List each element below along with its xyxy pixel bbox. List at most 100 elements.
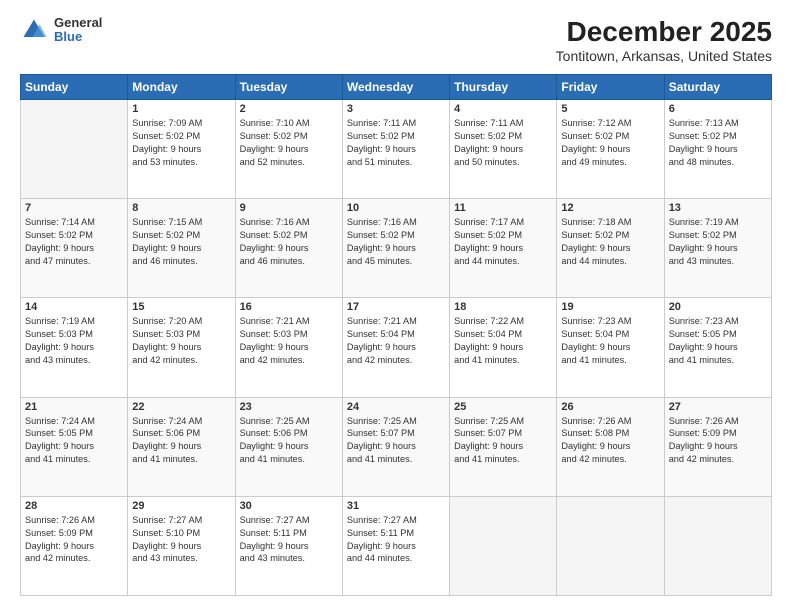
day-info: Sunrise: 7:27 AMSunset: 5:11 PMDaylight:… [347,514,445,566]
calendar-week-row: 28 Sunrise: 7:26 AMSunset: 5:09 PMDayligh… [21,496,772,595]
calendar-day-cell: 1 Sunrise: 7:09 AMSunset: 5:02 PMDaylight… [128,100,235,199]
page-subtitle: Tontitown, Arkansas, United States [556,48,772,64]
day-number: 8 [132,202,230,214]
day-number: 26 [561,401,659,413]
col-saturday: Saturday [664,75,771,100]
day-info: Sunrise: 7:26 AMSunset: 5:09 PMDaylight:… [25,514,123,566]
day-number: 29 [132,500,230,512]
calendar-day-cell: 22 Sunrise: 7:24 AMSunset: 5:06 PMDayligh… [128,397,235,496]
day-number: 6 [669,103,767,115]
day-number: 24 [347,401,445,413]
day-info: Sunrise: 7:18 AMSunset: 5:02 PMDaylight:… [561,216,659,268]
calendar-day-cell: 14 Sunrise: 7:19 AMSunset: 5:03 PMDayligh… [21,298,128,397]
calendar-day-cell: 4 Sunrise: 7:11 AMSunset: 5:02 PMDaylight… [450,100,557,199]
calendar-day-cell: 23 Sunrise: 7:25 AMSunset: 5:06 PMDayligh… [235,397,342,496]
day-info: Sunrise: 7:26 AMSunset: 5:08 PMDaylight:… [561,415,659,467]
calendar-day-cell: 24 Sunrise: 7:25 AMSunset: 5:07 PMDayligh… [342,397,449,496]
day-info: Sunrise: 7:23 AMSunset: 5:04 PMDaylight:… [561,315,659,367]
calendar-day-cell: 17Sunrise: 7:21 AMSunset: 5:04 PMDayligh… [342,298,449,397]
col-monday: Monday [128,75,235,100]
calendar-day-cell: 31 Sunrise: 7:27 AMSunset: 5:11 PMDayligh… [342,496,449,595]
calendar-day-cell: 5 Sunrise: 7:12 AMSunset: 5:02 PMDaylight… [557,100,664,199]
calendar-day-cell: 27 Sunrise: 7:26 AMSunset: 5:09 PMDayligh… [664,397,771,496]
calendar-day-cell: 7 Sunrise: 7:14 AMSunset: 5:02 PMDaylight… [21,199,128,298]
day-info: Sunrise: 7:19 AMSunset: 5:03 PMDaylight:… [25,315,123,367]
logo-icon [20,16,48,44]
day-number: 18 [454,301,552,313]
calendar-week-row: 21Sunrise: 7:24 AMSunset: 5:05 PMDayligh… [21,397,772,496]
calendar-day-cell: 16Sunrise: 7:21 AMSunset: 5:03 PMDayligh… [235,298,342,397]
day-info: Sunrise: 7:15 AMSunset: 5:02 PMDaylight:… [132,216,230,268]
day-number: 4 [454,103,552,115]
day-info: Sunrise: 7:09 AMSunset: 5:02 PMDaylight:… [132,117,230,169]
calendar-week-row: 7 Sunrise: 7:14 AMSunset: 5:02 PMDaylight… [21,199,772,298]
day-number: 22 [132,401,230,413]
calendar-day-cell: 25 Sunrise: 7:25 AMSunset: 5:07 PMDayligh… [450,397,557,496]
calendar-day-cell: 13Sunrise: 7:19 AMSunset: 5:02 PMDayligh… [664,199,771,298]
day-info: Sunrise: 7:26 AMSunset: 5:09 PMDaylight:… [669,415,767,467]
calendar-header-row: Sunday Monday Tuesday Wednesday Thursday… [21,75,772,100]
day-info: Sunrise: 7:12 AMSunset: 5:02 PMDaylight:… [561,117,659,169]
day-number: 27 [669,401,767,413]
day-number: 21 [25,401,123,413]
col-sunday: Sunday [21,75,128,100]
day-info: Sunrise: 7:10 AMSunset: 5:02 PMDaylight:… [240,117,338,169]
day-number: 19 [561,301,659,313]
col-thursday: Thursday [450,75,557,100]
day-number: 10 [347,202,445,214]
calendar-week-row: 1 Sunrise: 7:09 AMSunset: 5:02 PMDaylight… [21,100,772,199]
day-number: 9 [240,202,338,214]
day-number: 17 [347,301,445,313]
day-number: 1 [132,103,230,115]
day-number: 3 [347,103,445,115]
calendar-day-cell [664,496,771,595]
calendar-day-cell: 15Sunrise: 7:20 AMSunset: 5:03 PMDayligh… [128,298,235,397]
day-info: Sunrise: 7:16 AMSunset: 5:02 PMDaylight:… [240,216,338,268]
calendar-day-cell: 9 Sunrise: 7:16 AMSunset: 5:02 PMDaylight… [235,199,342,298]
day-number: 5 [561,103,659,115]
calendar-day-cell: 11Sunrise: 7:17 AMSunset: 5:02 PMDayligh… [450,199,557,298]
calendar-day-cell [21,100,128,199]
title-block: December 2025 Tontitown, Arkansas, Unite… [556,16,772,64]
day-number: 7 [25,202,123,214]
page: General Blue December 2025 Tontitown, Ar… [0,0,792,612]
col-friday: Friday [557,75,664,100]
page-title: December 2025 [556,16,772,48]
logo-general-text: General [54,16,102,30]
calendar-day-cell: 20Sunrise: 7:23 AMSunset: 5:05 PMDayligh… [664,298,771,397]
day-info: Sunrise: 7:21 AMSunset: 5:03 PMDaylight:… [240,315,338,367]
day-info: Sunrise: 7:25 AMSunset: 5:07 PMDaylight:… [347,415,445,467]
day-number: 23 [240,401,338,413]
day-info: Sunrise: 7:24 AMSunset: 5:06 PMDaylight:… [132,415,230,467]
calendar-day-cell: 30Sunrise: 7:27 AMSunset: 5:11 PMDayligh… [235,496,342,595]
calendar-day-cell [557,496,664,595]
day-info: Sunrise: 7:25 AMSunset: 5:07 PMDaylight:… [454,415,552,467]
day-number: 2 [240,103,338,115]
day-info: Sunrise: 7:13 AMSunset: 5:02 PMDaylight:… [669,117,767,169]
calendar-table: Sunday Monday Tuesday Wednesday Thursday… [20,74,772,596]
day-number: 25 [454,401,552,413]
calendar-day-cell: 10Sunrise: 7:16 AMSunset: 5:02 PMDayligh… [342,199,449,298]
day-info: Sunrise: 7:27 AMSunset: 5:10 PMDaylight:… [132,514,230,566]
day-number: 20 [669,301,767,313]
day-info: Sunrise: 7:17 AMSunset: 5:02 PMDaylight:… [454,216,552,268]
calendar-day-cell: 8 Sunrise: 7:15 AMSunset: 5:02 PMDaylight… [128,199,235,298]
day-number: 28 [25,500,123,512]
day-info: Sunrise: 7:27 AMSunset: 5:11 PMDaylight:… [240,514,338,566]
day-info: Sunrise: 7:22 AMSunset: 5:04 PMDaylight:… [454,315,552,367]
day-info: Sunrise: 7:11 AMSunset: 5:02 PMDaylight:… [454,117,552,169]
logo: General Blue [20,16,102,45]
col-tuesday: Tuesday [235,75,342,100]
calendar-day-cell: 29 Sunrise: 7:27 AMSunset: 5:10 PMDayligh… [128,496,235,595]
day-number: 31 [347,500,445,512]
day-info: Sunrise: 7:25 AMSunset: 5:06 PMDaylight:… [240,415,338,467]
calendar-day-cell: 2 Sunrise: 7:10 AMSunset: 5:02 PMDaylight… [235,100,342,199]
calendar-day-cell [450,496,557,595]
day-info: Sunrise: 7:11 AMSunset: 5:02 PMDaylight:… [347,117,445,169]
calendar-day-cell: 6 Sunrise: 7:13 AMSunset: 5:02 PMDaylight… [664,100,771,199]
day-number: 13 [669,202,767,214]
day-info: Sunrise: 7:14 AMSunset: 5:02 PMDaylight:… [25,216,123,268]
col-wednesday: Wednesday [342,75,449,100]
calendar-day-cell: 26 Sunrise: 7:26 AMSunset: 5:08 PMDayligh… [557,397,664,496]
day-number: 14 [25,301,123,313]
